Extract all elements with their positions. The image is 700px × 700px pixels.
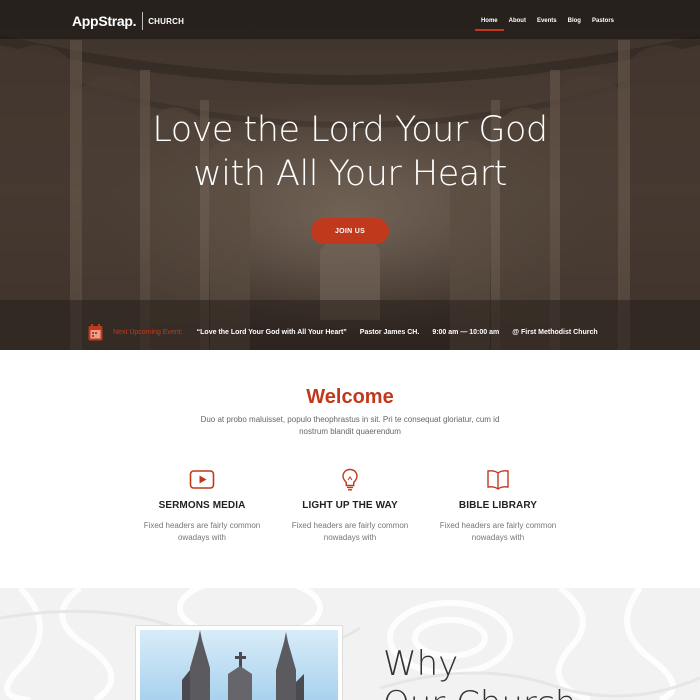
feature-bible-library[interactable]: BIBLE LIBRARY Fixed headers are fairly c… — [428, 468, 568, 544]
main-nav: Home About Events Blog Pastors — [470, 18, 614, 34]
feature-title: LIGHT UP THE WAY — [302, 500, 398, 511]
feature-desc-line2: nowadays with — [471, 533, 525, 542]
nav-item-about[interactable]: About — [509, 18, 526, 34]
welcome-subtitle: Duo at probo maluisset, populo theophras… — [200, 415, 500, 436]
church-photo — [135, 625, 343, 700]
why-title-line2: Our Church — [383, 684, 576, 700]
feature-desc-line1: Fixed headers are fairly common — [143, 521, 261, 530]
top-navbar: AppStrap. CHURCH Home About Events Blog … — [0, 0, 700, 40]
feature-title: BIBLE LIBRARY — [458, 500, 538, 511]
nav-item-pastors[interactable]: Pastors — [592, 18, 614, 34]
nav-item-blog[interactable]: Blog — [568, 18, 581, 34]
feature-description: Fixed headers are fairly common nowadays… — [428, 520, 568, 544]
nav-item-events[interactable]: Events — [537, 18, 557, 34]
lightbulb-icon — [342, 468, 358, 491]
upcoming-event-bar: Next Upcoming Event: “Love the Lord Your… — [88, 321, 611, 343]
hero-title: Love the Lord Your God with All Your Hea… — [0, 108, 700, 196]
event-location: @ First Methodist Church — [512, 328, 598, 336]
event-time: 9:00 am — 10:00 am — [432, 328, 500, 336]
hero-section: AppStrap. CHURCH Home About Events Blog … — [0, 0, 700, 350]
decorative-pattern — [0, 588, 700, 700]
church-spires-image — [140, 630, 338, 700]
why-title-line1: Why — [383, 644, 459, 684]
hero-title-line2: with All Your Heart — [193, 154, 507, 194]
welcome-title: Welcome — [306, 386, 394, 408]
feature-desc-line2: owadays with — [177, 533, 227, 542]
feature-sermons-media[interactable]: SERMONS MEDIA Fixed headers are fairly c… — [132, 468, 272, 544]
feature-description: Fixed headers are fairly common owadays … — [132, 520, 272, 544]
why-our-church-section: Why Our Church — [0, 588, 700, 700]
brand-name: AppStrap. — [72, 13, 137, 29]
book-icon — [487, 470, 509, 490]
feature-light-up-the-way[interactable]: LIGHT UP THE WAY Fixed headers are fairl… — [280, 468, 420, 544]
brand-subtitle: CHURCH — [148, 16, 185, 26]
hero-title-line1: Love the Lord Your God — [152, 110, 548, 150]
event-label: Next Upcoming Event: — [113, 328, 183, 336]
brand-divider — [142, 12, 144, 30]
event-title[interactable]: “Love the Lord Your God with All Your He… — [197, 329, 347, 336]
brand-logo[interactable]: AppStrap. CHURCH — [72, 12, 184, 30]
calendar-icon — [88, 323, 103, 340]
join-us-button[interactable]: JOIN US — [311, 218, 389, 244]
feature-desc-line1: Fixed headers are fairly common — [291, 521, 409, 530]
event-pastor: Pastor James CH. — [359, 328, 420, 336]
feature-title: SERMONS MEDIA — [158, 500, 246, 511]
why-title: Why Our Church — [383, 644, 576, 700]
feature-description: Fixed headers are fairly common nowadays… — [280, 520, 420, 544]
feature-desc-line1: Fixed headers are fairly common — [439, 521, 557, 530]
nav-item-home[interactable]: Home — [475, 18, 504, 34]
play-icon — [189, 470, 215, 489]
feature-desc-line2: nowadays with — [323, 533, 377, 542]
